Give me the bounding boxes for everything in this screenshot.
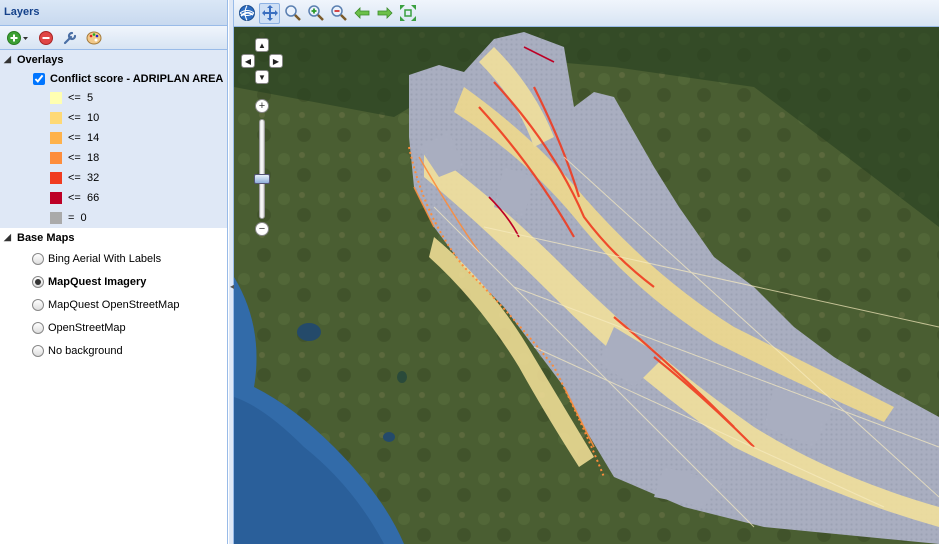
arrow-up-icon: ▲: [258, 40, 266, 50]
base-map-radio[interactable]: [32, 321, 44, 334]
base-map-label: MapQuest Imagery: [48, 275, 147, 288]
conflict-score-layer[interactable]: Conflict score - ADRIPLAN AREA: [0, 69, 227, 88]
zoom-slider[interactable]: [259, 119, 265, 219]
base-map-option[interactable]: OpenStreetMap: [0, 316, 227, 339]
pan-down-button[interactable]: ▼: [255, 70, 269, 84]
layer-style-button[interactable]: [84, 28, 104, 48]
forward-arrow-icon: [377, 7, 393, 19]
base-map-radio[interactable]: [32, 252, 44, 265]
pan-button[interactable]: [259, 2, 280, 24]
legend: <= 5 <= 10 <= 14 <= 18 <= 32 <= 66 = 0: [0, 88, 227, 228]
wrench-icon: [63, 31, 77, 44]
map-view[interactable]: ▲ ◀ ▶ ▼ + −: [234, 27, 939, 544]
back-arrow-button[interactable]: [351, 3, 372, 24]
overlays-title: Overlays: [17, 53, 64, 66]
base-map-option[interactable]: MapQuest Imagery: [0, 270, 227, 293]
base-map-radio[interactable]: [32, 275, 44, 288]
zoom-in-button[interactable]: +: [255, 99, 269, 113]
base-map-radio[interactable]: [32, 344, 44, 357]
zoom-out-icon: [330, 5, 347, 21]
base-map-label: OpenStreetMap: [48, 321, 126, 334]
base-maps-list: Bing Aerial With Labels MapQuest Imagery M…: [0, 247, 227, 362]
base-map-label: MapQuest OpenStreetMap: [48, 298, 180, 311]
add-layer-button[interactable]: [4, 28, 32, 48]
base-map-radio[interactable]: [32, 298, 44, 311]
conflict-score-label: Conflict score - ADRIPLAN AREA: [50, 72, 224, 85]
legend-item: <= 14: [0, 128, 227, 148]
minus-icon: −: [258, 222, 266, 235]
arrow-down-icon: ▼: [258, 72, 266, 82]
legend-label: <= 10: [68, 112, 100, 124]
pan-icon: [261, 5, 278, 21]
zoom-extent-button[interactable]: [397, 3, 418, 24]
layers-panel: Layers ◢ Overlays Conflict score - ADRIP…: [0, 0, 228, 544]
globe-icon: [238, 5, 255, 21]
base-map-option[interactable]: MapQuest OpenStreetMap: [0, 293, 227, 316]
base-map-label: Bing Aerial With Labels: [48, 252, 162, 265]
base-map-label: No background: [48, 344, 123, 357]
plus-icon: +: [258, 99, 266, 112]
add-layer-icon: [7, 30, 28, 45]
legend-label: <= 5: [68, 92, 94, 104]
conflict-score-checkbox[interactable]: [33, 72, 45, 85]
zoom-slider-handle[interactable]: [254, 174, 270, 184]
pan-left-button[interactable]: ◀: [241, 54, 255, 68]
remove-layer-icon: [39, 30, 53, 45]
forward-arrow-button[interactable]: [374, 3, 395, 24]
map-toolbar: [234, 0, 939, 27]
collapse-arrow-icon[interactable]: ◂: [230, 282, 234, 294]
layer-properties-button[interactable]: [60, 28, 80, 48]
remove-layer-button[interactable]: [36, 28, 56, 48]
zoom-in-button[interactable]: [305, 3, 326, 24]
legend-item: <= 10: [0, 108, 227, 128]
legend-swatch: [50, 132, 62, 144]
arrow-right-icon: ▶: [272, 56, 280, 66]
satellite-basemap: [234, 27, 939, 544]
zoom-box-button[interactable]: [282, 3, 303, 24]
palette-icon: [86, 31, 102, 44]
layers-panel-title: Layers: [0, 0, 227, 26]
overlays-folder[interactable]: ◢ Overlays: [0, 50, 227, 69]
zoom-extent-icon: [399, 5, 416, 21]
layers-toolbar: [0, 26, 227, 50]
expand-arrow-icon[interactable]: ◢: [4, 54, 14, 65]
base-maps-title: Base Maps: [17, 231, 75, 244]
legend-swatch: [50, 92, 62, 104]
zoom-out-button[interactable]: −: [255, 222, 269, 236]
base-map-option[interactable]: Bing Aerial With Labels: [0, 247, 227, 270]
zoom-out-button[interactable]: [328, 3, 349, 24]
legend-label: <= 32: [68, 172, 100, 184]
arrow-left-icon: ◀: [244, 56, 252, 66]
legend-label: = 0: [68, 212, 87, 224]
legend-item: <= 5: [0, 88, 227, 108]
legend-label: <= 14: [68, 132, 100, 144]
legend-swatch: [50, 152, 62, 164]
overlays-section: ◢ Overlays Conflict score - ADRIPLAN ARE…: [0, 50, 227, 228]
legend-label: <= 66: [68, 192, 100, 204]
pan-right-button[interactable]: ▶: [269, 54, 283, 68]
base-maps-folder[interactable]: ◢ Base Maps: [0, 228, 227, 247]
legend-swatch: [50, 192, 62, 204]
zoom-in-icon: [307, 5, 324, 21]
expand-arrow-icon[interactable]: ◢: [4, 232, 14, 243]
legend-swatch: [50, 212, 62, 224]
base-map-option[interactable]: No background: [0, 339, 227, 362]
zoom-box-icon: [284, 5, 301, 21]
legend-label: <= 18: [68, 152, 100, 164]
pan-up-button[interactable]: ▲: [255, 38, 269, 52]
legend-item: <= 66: [0, 188, 227, 208]
legend-item: <= 18: [0, 148, 227, 168]
back-arrow-icon: [353, 7, 369, 19]
legend-swatch: [50, 112, 62, 124]
globe-button[interactable]: [236, 3, 257, 24]
legend-swatch: [50, 172, 62, 184]
layer-tree: ◢ Overlays Conflict score - ADRIPLAN ARE…: [0, 50, 227, 362]
legend-item: = 0: [0, 208, 227, 228]
legend-item: <= 32: [0, 168, 227, 188]
